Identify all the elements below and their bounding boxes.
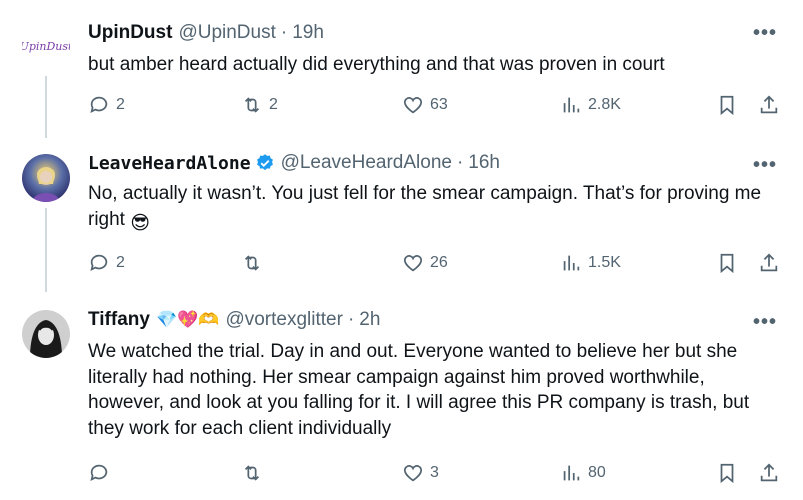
share-button[interactable]: [758, 462, 780, 484]
action-bar: 3 80: [88, 462, 783, 486]
thread-line: [45, 208, 47, 292]
display-name[interactable]: LeaveHeardAlone: [88, 153, 251, 174]
retweet-icon: [244, 465, 260, 481]
share-button[interactable]: [758, 252, 780, 274]
separator-dot: ·: [347, 309, 355, 330]
tweet-header: Tiffany 💎 💖 🫶 @vortexglitter · 2h: [88, 309, 380, 331]
name-emoji-heart: 💖: [177, 310, 199, 329]
share-icon: [760, 95, 778, 114]
bookmark-button[interactable]: [716, 462, 738, 484]
reply-button[interactable]: [88, 462, 116, 484]
view-count: 80: [588, 464, 606, 481]
name-emoji-diamond: 💎: [155, 310, 178, 329]
display-name[interactable]: UpinDust: [88, 22, 172, 44]
more-options-icon[interactable]: •••: [753, 22, 777, 45]
retweet-button[interactable]: [241, 462, 269, 484]
view-count: 2.8K: [588, 96, 621, 113]
verified-badge-icon: [256, 154, 273, 171]
handle[interactable]: @LeaveHeardAlone: [281, 152, 452, 174]
bookmark-button[interactable]: [716, 252, 738, 274]
like-count: 63: [430, 96, 448, 113]
views-chart-icon: [563, 465, 580, 481]
retweet-button[interactable]: 2: [241, 94, 278, 116]
reply-button[interactable]: 2: [88, 94, 125, 116]
views-button[interactable]: 80: [560, 462, 606, 484]
views-chart-icon: [563, 255, 580, 271]
avatar-logo-text: UpinDust: [22, 40, 70, 53]
tweet-header: LeaveHeardAlone @LeaveHeardAlone · 16h: [88, 152, 500, 174]
bookmark-icon: [720, 463, 734, 484]
bookmark-icon: [720, 253, 734, 274]
share-icon: [760, 463, 778, 482]
heart-icon: [403, 255, 423, 272]
views-button[interactable]: 2.8K: [560, 94, 621, 116]
retweet-icon: [244, 255, 260, 271]
share-button[interactable]: [758, 94, 780, 116]
bookmark-icon: [720, 95, 734, 116]
like-button[interactable]: 26: [402, 252, 448, 274]
display-name[interactable]: Tiffany: [88, 309, 150, 331]
thread-line: [45, 76, 47, 138]
timestamp[interactable]: 2h: [359, 309, 380, 331]
tweet-text: We watched the trial. Day in and out. Ev…: [88, 341, 750, 439]
view-count: 1.5K: [588, 254, 621, 271]
handle[interactable]: @UpinDust: [178, 22, 275, 44]
tweet-text: No, actually it wasn’t. You just fell fo…: [88, 181, 768, 236]
reply-icon: [90, 96, 108, 114]
reply-count: 2: [116, 254, 125, 271]
sunglasses-emoji: 😎: [130, 212, 151, 234]
like-count: 26: [430, 254, 448, 271]
timestamp[interactable]: 19h: [292, 22, 324, 44]
action-bar: 2 26 1.5K: [88, 252, 783, 276]
handle[interactable]: @vortexglitter: [225, 309, 343, 331]
name-emoji-hands: 🫶: [198, 310, 220, 329]
tweet-text-body: No, actually it wasn’t. You just fell fo…: [88, 183, 762, 230]
avatar[interactable]: [22, 154, 70, 202]
reply-icon: [90, 254, 108, 272]
tweet-header: UpinDust @UpinDust · 19h: [88, 22, 324, 44]
timestamp[interactable]: 16h: [468, 152, 500, 174]
avatar[interactable]: [22, 310, 70, 358]
heart-icon: [403, 465, 423, 482]
like-count: 3: [430, 464, 439, 481]
action-bar: 2 2 63 2.8K: [88, 94, 783, 118]
retweet-count: 2: [269, 96, 278, 113]
more-options-icon[interactable]: •••: [753, 311, 777, 334]
views-button[interactable]: 1.5K: [560, 252, 621, 274]
reply-icon: [90, 464, 108, 482]
avatar[interactable]: UpinDust: [22, 22, 70, 70]
bookmark-button[interactable]: [716, 94, 738, 116]
separator-dot: ·: [280, 22, 288, 43]
views-chart-icon: [563, 97, 580, 113]
retweet-button[interactable]: [241, 252, 269, 274]
heart-icon: [403, 97, 423, 114]
separator-dot: ·: [456, 152, 464, 173]
share-icon: [760, 253, 778, 272]
like-button[interactable]: 3: [402, 462, 439, 484]
retweet-icon: [244, 97, 260, 113]
reply-button[interactable]: 2: [88, 252, 125, 274]
reply-count: 2: [116, 96, 125, 113]
more-options-icon[interactable]: •••: [753, 154, 777, 177]
like-button[interactable]: 63: [402, 94, 448, 116]
tweet-text: but amber heard actually did everything …: [88, 54, 665, 75]
